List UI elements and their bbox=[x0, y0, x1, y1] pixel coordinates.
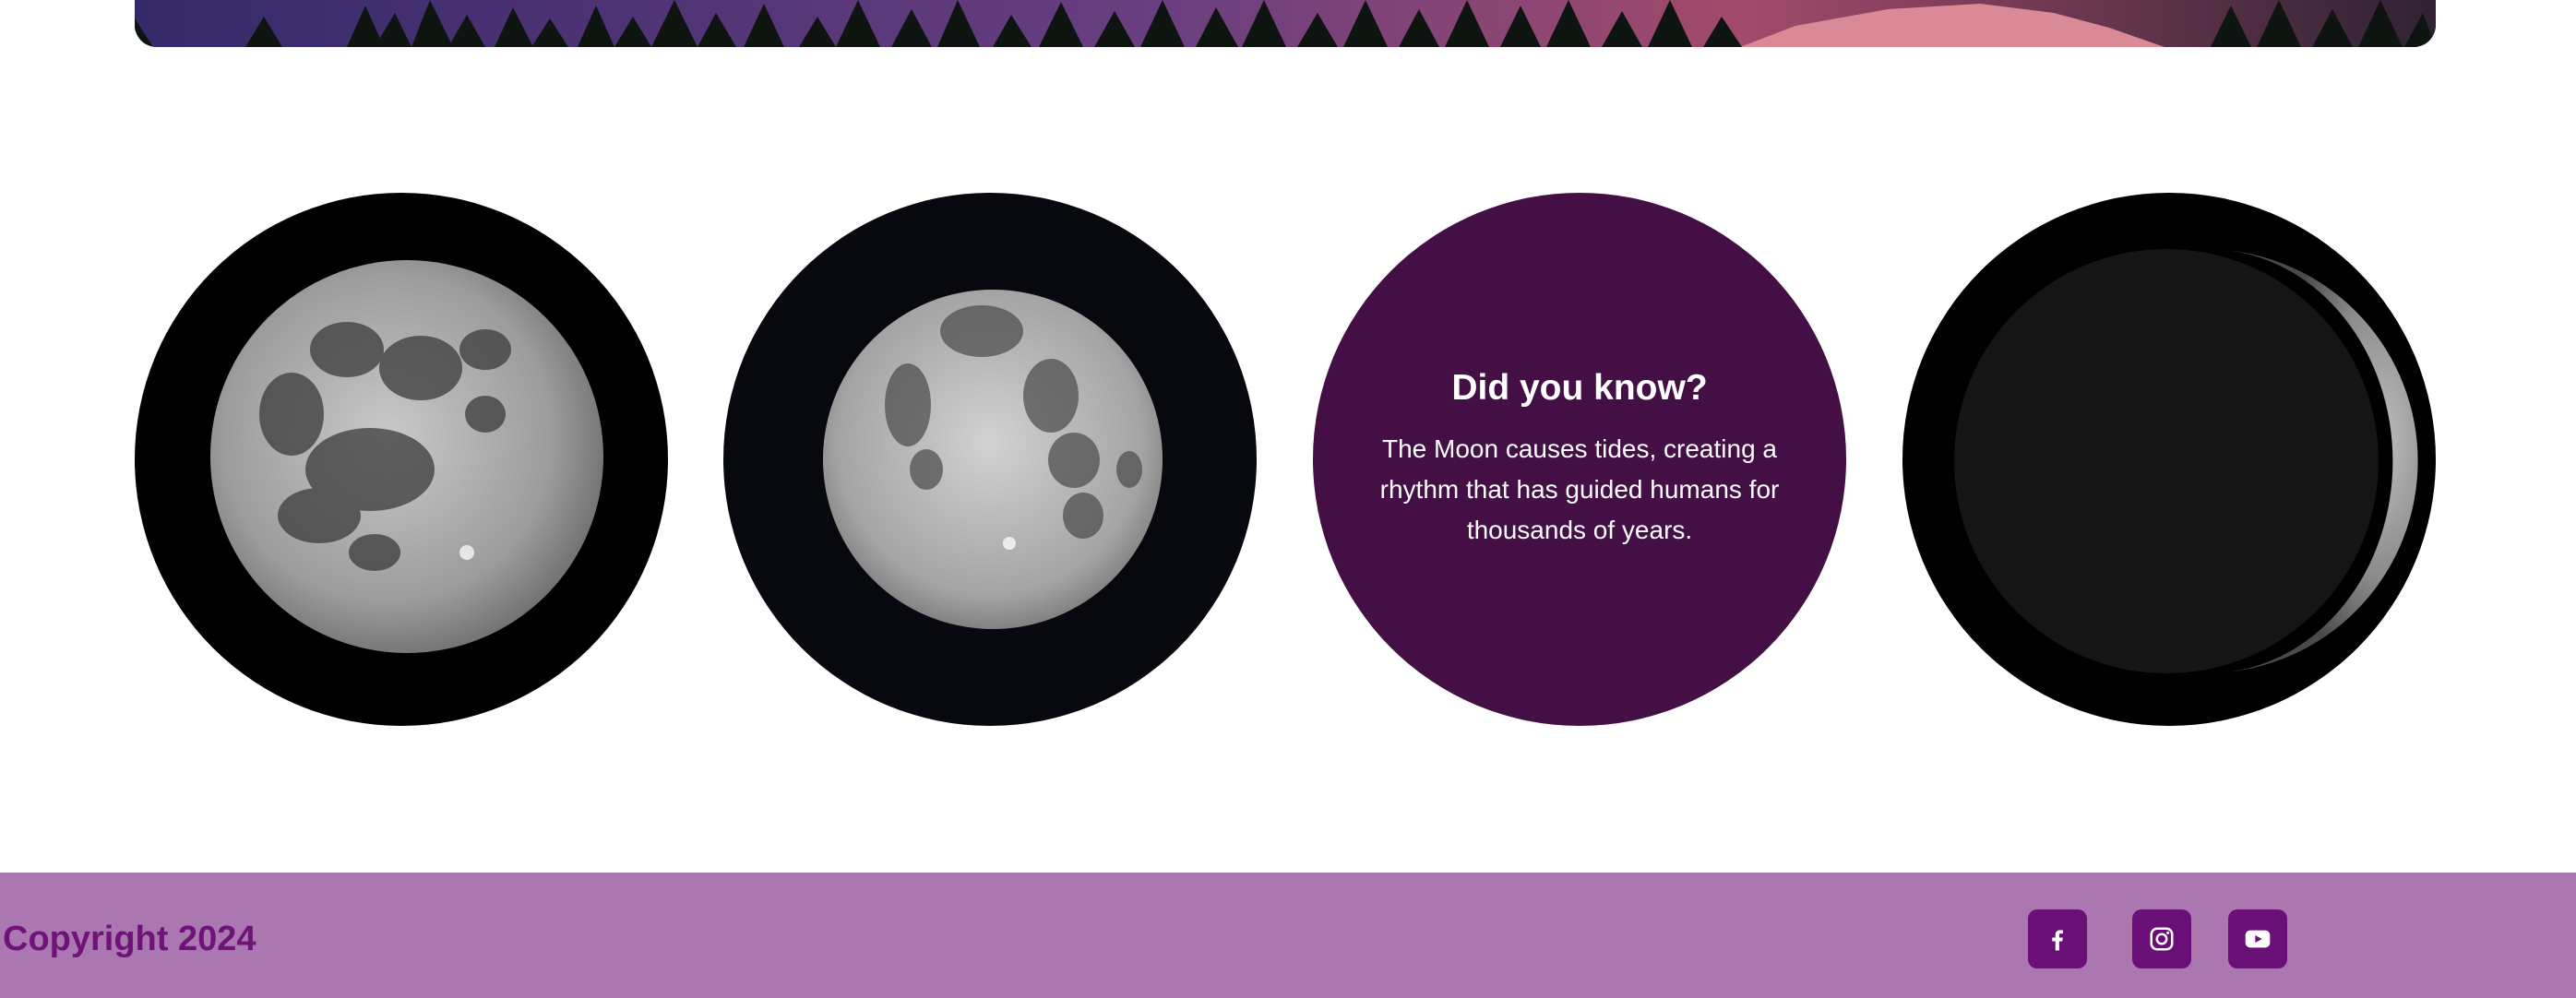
full-moon-image bbox=[210, 260, 603, 653]
moon-card-crescent bbox=[1902, 193, 2436, 726]
moon-card-full bbox=[135, 193, 668, 726]
facebook-icon bbox=[2052, 930, 2063, 951]
hero-image bbox=[135, 0, 2436, 47]
crescent-moon-image bbox=[1954, 249, 2418, 673]
moon-card-gibbous bbox=[723, 193, 1257, 726]
youtube-link[interactable] bbox=[2228, 909, 2287, 968]
fact-card: Did you know? The Moon causes tides, cre… bbox=[1313, 193, 1846, 726]
snowy-forest-sunset-image bbox=[135, 0, 2436, 47]
copyright-text: Copyright 2024 bbox=[3, 920, 256, 958]
instagram-icon bbox=[2150, 927, 2174, 951]
fact-text: The Moon causes tides, creating a rhythm… bbox=[1379, 434, 1780, 544]
facebook-link[interactable] bbox=[2028, 909, 2087, 968]
fact-title: Did you know? bbox=[1451, 368, 1708, 408]
youtube-icon bbox=[2245, 930, 2271, 948]
gibbous-moon-image bbox=[823, 290, 1163, 629]
instagram-link[interactable] bbox=[2132, 909, 2191, 968]
